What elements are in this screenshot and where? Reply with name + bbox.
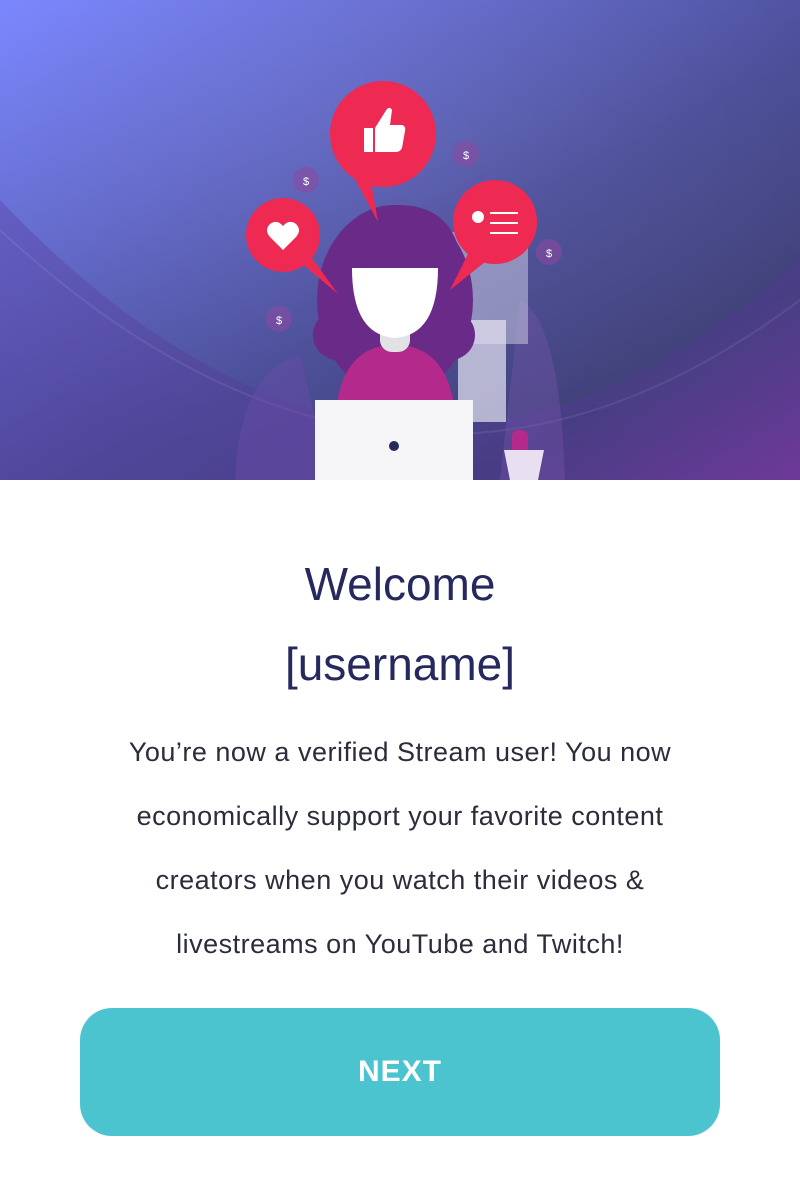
svg-text:$: $ <box>276 315 282 327</box>
welcome-message: You’re now a verified Stream user! You n… <box>128 737 672 959</box>
coin-icon: $ <box>536 239 562 265</box>
svg-text:$: $ <box>303 176 309 188</box>
coin-icon: $ <box>453 141 479 167</box>
svg-text:$: $ <box>463 150 469 162</box>
welcome-screen: $ $ $ $ Welcome [username] You’re now a … <box>0 0 800 1200</box>
welcome-content: Welcome [username] You’re now a verified… <box>0 480 800 1200</box>
welcome-title: Welcome <box>304 558 496 610</box>
username-title: [username] <box>284 638 516 690</box>
coin-icon: $ <box>293 167 319 193</box>
streamer-illustration: $ $ $ $ <box>0 0 800 480</box>
next-button[interactable]: NEXT <box>80 1008 720 1136</box>
hero-banner: $ $ $ $ <box>0 0 800 480</box>
coin-icon: $ <box>266 306 292 332</box>
svg-text:$: $ <box>546 248 552 260</box>
